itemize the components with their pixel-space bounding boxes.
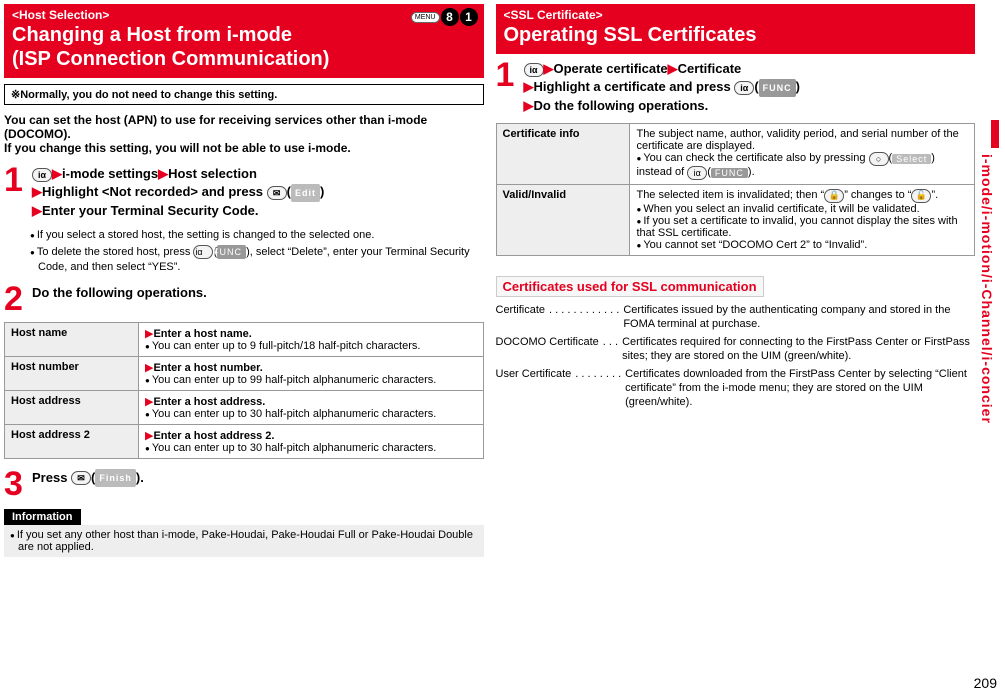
i-alpha-icon-2: iα (193, 245, 213, 259)
step-3-number: 3 (4, 469, 26, 499)
left-banner-title-1: Changing a Host from i-mode (12, 24, 476, 46)
func-chip-3: FUNC (711, 168, 748, 178)
right-banner: <SSL Certificate> Operating SSL Certific… (496, 4, 976, 54)
table-row: Host number ▶Enter a host number.You can… (5, 356, 484, 390)
shortcut-digit-2: 1 (460, 8, 478, 26)
invalid-ssl-icon: 🔓 (911, 189, 931, 203)
intro-text: You can set the host (APN) to use for re… (4, 113, 484, 155)
side-tab: i-mode/i-motion/i-Channel/i-concier (979, 120, 999, 424)
valid-ssl-icon: 🔒 (824, 189, 844, 203)
def-row: DOCOMO Certificate . . . Certificates re… (496, 335, 976, 363)
right-step-1-number: 1 (496, 60, 518, 115)
step-1-number: 1 (4, 165, 26, 220)
edit-chip: Edit (291, 184, 320, 202)
step-1-notes: If you select a stored host, the setting… (30, 228, 484, 274)
host-table: Host name ▶Enter a host name.You can ent… (4, 322, 484, 459)
step-2: 2 Do the following operations. (4, 284, 484, 314)
information-box: If you set any other host than i-mode, P… (4, 525, 484, 557)
step-1: 1 iα▶i-mode settings▶Host selection ▶Hig… (4, 165, 484, 220)
left-banner-title-2: (ISP Connection Communication) (12, 48, 476, 70)
def-row: User Certificate. . . . . . . . Certific… (496, 367, 976, 409)
left-banner: <Host Selection> Changing a Host from i-… (4, 4, 484, 78)
mail-icon: ✉ (267, 186, 287, 200)
table-row: Host address ▶Enter a host address.You c… (5, 390, 484, 424)
step-2-number: 2 (4, 284, 26, 314)
cert-definitions: Certificate . . . . . . . . . . . . Cert… (496, 303, 976, 409)
table-row: Host address 2 ▶Enter a host address 2.Y… (5, 424, 484, 458)
select-chip: Select (892, 154, 931, 164)
right-banner-title: Operating SSL Certificates (504, 24, 968, 46)
shortcut-digit-1: 8 (441, 8, 459, 26)
mail-icon-2: ✉ (71, 471, 91, 485)
page-number: 209 (974, 675, 997, 691)
note-box: ※Normally, you do not need to change thi… (4, 84, 484, 105)
cert-used-heading: Certificates used for SSL communication (496, 276, 764, 297)
table-row: Host name ▶Enter a host name.You can ent… (5, 322, 484, 356)
right-banner-top: <SSL Certificate> (504, 8, 968, 22)
information-heading: Information (4, 509, 81, 525)
side-tab-label: i-mode/i-motion/i-Channel/i-concier (979, 154, 995, 424)
i-alpha-icon-4: iα (734, 81, 754, 95)
def-row: Certificate . . . . . . . . . . . . Cert… (496, 303, 976, 331)
side-tab-marker (991, 120, 999, 148)
table-row: Valid/Invalid The selected item is inval… (496, 184, 975, 255)
table-row: Certificate info The subject name, autho… (496, 123, 975, 184)
func-chip: FUNC (217, 245, 246, 259)
left-banner-top: <Host Selection> (12, 8, 476, 22)
step-3: 3 Press ✉(Finish). (4, 469, 484, 499)
i-alpha-icon-3: iα (524, 63, 544, 77)
func-chip-2: FUNC (759, 79, 796, 97)
circle-icon: ○ (869, 152, 889, 166)
i-alpha-icon-5: iα (687, 166, 707, 180)
i-alpha-icon: iα (32, 168, 52, 182)
cert-table: Certificate info The subject name, autho… (496, 123, 976, 256)
right-step-1: 1 iα▶Operate certificate▶Certificate ▶Hi… (496, 60, 976, 115)
finish-chip: Finish (95, 469, 136, 487)
menu-chip: MENU (411, 12, 440, 23)
